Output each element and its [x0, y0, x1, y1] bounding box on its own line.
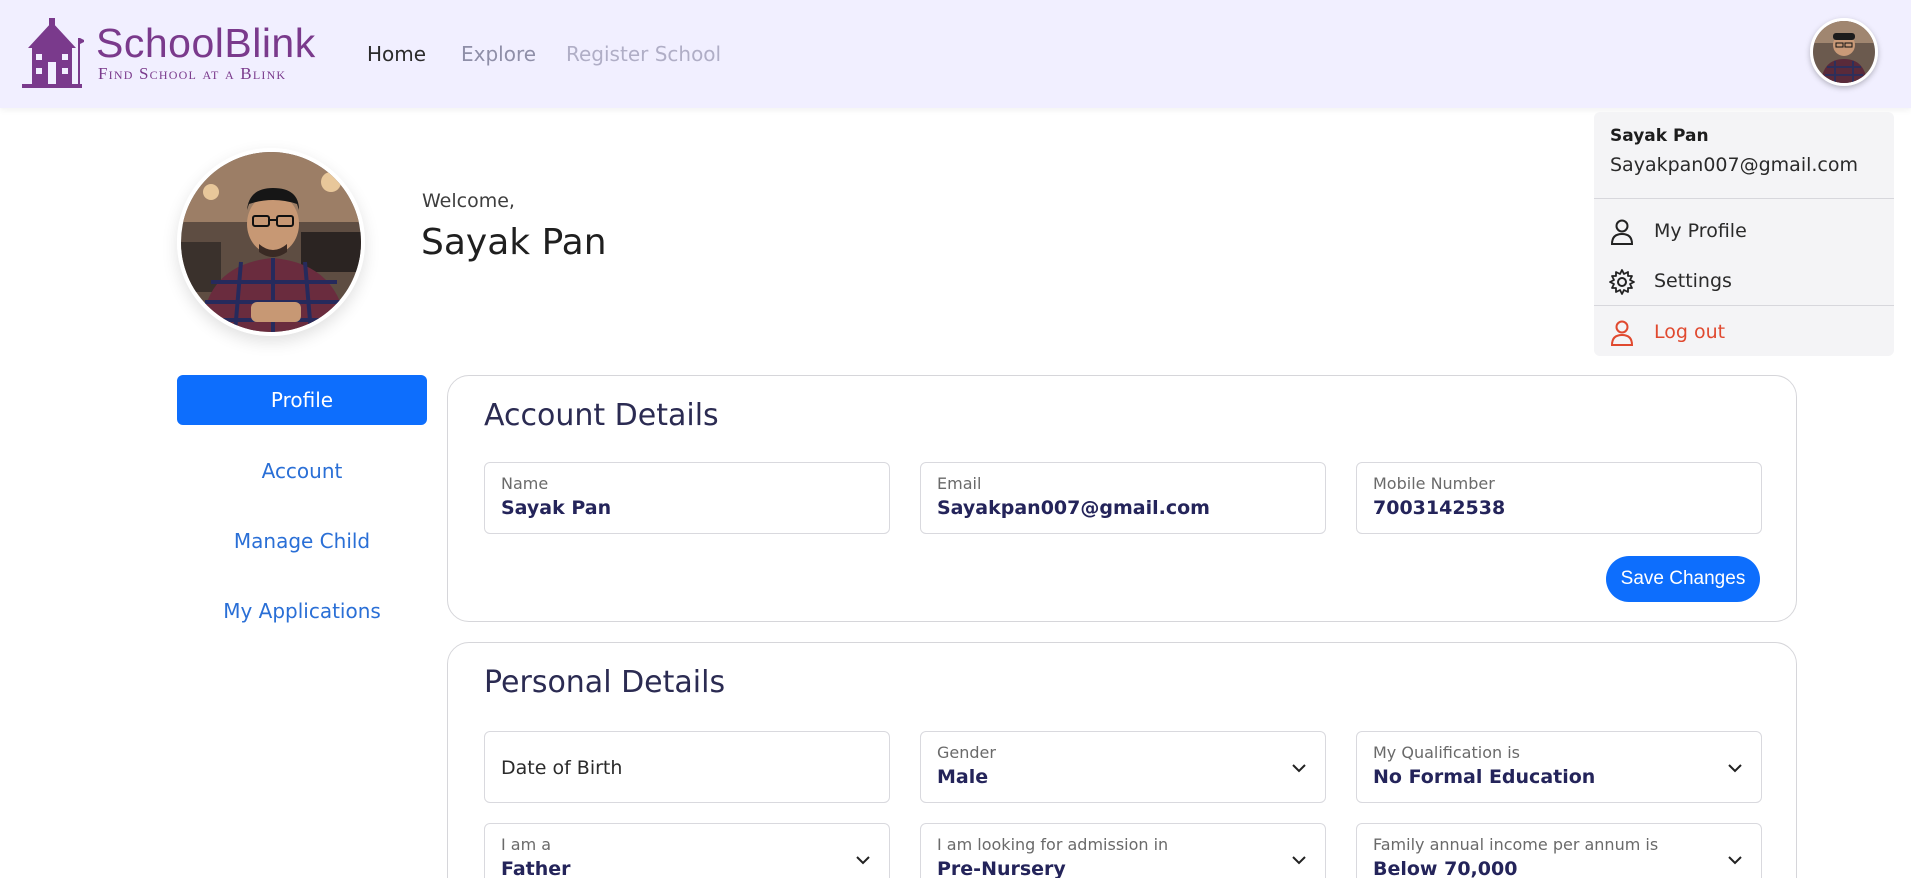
menu-item-logout[interactable]: Log out — [1594, 307, 1894, 357]
nav-register-school[interactable]: Register School — [566, 42, 721, 66]
brand-name: SchoolBlink — [96, 20, 316, 66]
field-label: Gender — [937, 743, 996, 762]
menu-item-my-profile[interactable]: My Profile — [1594, 206, 1894, 256]
field-value: Pre-Nursery — [937, 858, 1066, 878]
field-label: Name — [501, 474, 549, 493]
nav-explore[interactable]: Explore — [461, 42, 536, 66]
field-label: Email — [937, 474, 982, 493]
account-details-card: Account Details Name Sayak Pan Email Say… — [447, 375, 1797, 622]
gear-icon — [1609, 269, 1635, 295]
field-label: I am a — [501, 835, 552, 854]
field-value: No Formal Education — [1373, 766, 1596, 788]
save-changes-button[interactable]: Save Changes — [1606, 556, 1760, 602]
profile-avatar — [177, 148, 365, 336]
avatar-photo — [1813, 21, 1875, 83]
field-label: Mobile Number — [1373, 474, 1495, 493]
chevron-down-icon — [1728, 764, 1742, 773]
field-value: Sayak Pan — [501, 497, 612, 519]
account-details-title: Account Details — [484, 398, 719, 433]
welcome-user-name: Sayak Pan — [421, 222, 607, 263]
nav-home[interactable]: Home — [367, 42, 426, 66]
sidebar-item-profile[interactable]: Profile — [177, 375, 427, 425]
personal-details-card: Personal Details Date of Birth Gender Ma… — [447, 642, 1797, 878]
profile-photo — [181, 152, 361, 332]
field-label: My Qualification is — [1373, 743, 1520, 762]
family-income-select[interactable]: Family annual income per annum is Below … — [1356, 823, 1762, 878]
user-icon — [1610, 219, 1634, 245]
date-of-birth-field[interactable]: Date of Birth — [484, 731, 890, 803]
field-label: Family annual income per annum is — [1373, 835, 1659, 854]
chevron-down-icon — [1728, 856, 1742, 865]
logout-user-icon — [1610, 320, 1634, 346]
menu-item-label: Settings — [1654, 270, 1732, 292]
dropdown-divider — [1594, 305, 1894, 306]
qualification-select[interactable]: My Qualification is No Formal Education — [1356, 731, 1762, 803]
chevron-down-icon — [1292, 764, 1306, 773]
dropdown-user-email: Sayakpan007@gmail.com — [1610, 154, 1858, 176]
welcome-label: Welcome, — [422, 190, 515, 212]
brand-logo[interactable]: SchoolBlink Find School at a Blink — [20, 18, 330, 90]
sidebar-item-my-applications[interactable]: My Applications — [177, 599, 427, 623]
mobile-number-field[interactable]: Mobile Number 7003142538 — [1356, 462, 1762, 534]
name-field[interactable]: Name Sayak Pan — [484, 462, 890, 534]
field-value: Father — [501, 858, 571, 878]
sidebar-item-account[interactable]: Account — [177, 459, 427, 483]
top-navbar: SchoolBlink Find School at a Blink Home … — [0, 0, 1911, 108]
chevron-down-icon — [1292, 856, 1306, 865]
chevron-down-icon — [856, 856, 870, 865]
dropdown-divider — [1594, 198, 1894, 199]
relation-select[interactable]: I am a Father — [484, 823, 890, 878]
brand-tagline: Find School at a Blink — [98, 64, 287, 83]
field-value: Male — [937, 766, 989, 788]
schoolhouse-icon — [22, 18, 84, 88]
gender-select[interactable]: Gender Male — [920, 731, 1326, 803]
field-placeholder: Date of Birth — [501, 757, 623, 779]
admission-class-select[interactable]: I am looking for admission in Pre-Nurser… — [920, 823, 1326, 878]
field-value: 7003142538 — [1373, 497, 1506, 519]
user-dropdown-menu: Sayak Pan Sayakpan007@gmail.com My Profi… — [1594, 112, 1894, 356]
sidebar-item-manage-child[interactable]: Manage Child — [177, 529, 427, 553]
menu-item-settings[interactable]: Settings — [1594, 256, 1894, 306]
menu-item-label: My Profile — [1654, 220, 1747, 242]
email-field[interactable]: Email Sayakpan007@gmail.com — [920, 462, 1326, 534]
field-value: Sayakpan007@gmail.com — [937, 497, 1210, 519]
user-avatar-button[interactable] — [1810, 18, 1878, 86]
personal-details-title: Personal Details — [484, 665, 726, 700]
dropdown-user-name: Sayak Pan — [1610, 126, 1709, 146]
field-label: I am looking for admission in — [937, 835, 1169, 854]
menu-item-label: Log out — [1654, 321, 1726, 343]
field-value: Below 70,000 — [1373, 858, 1518, 878]
